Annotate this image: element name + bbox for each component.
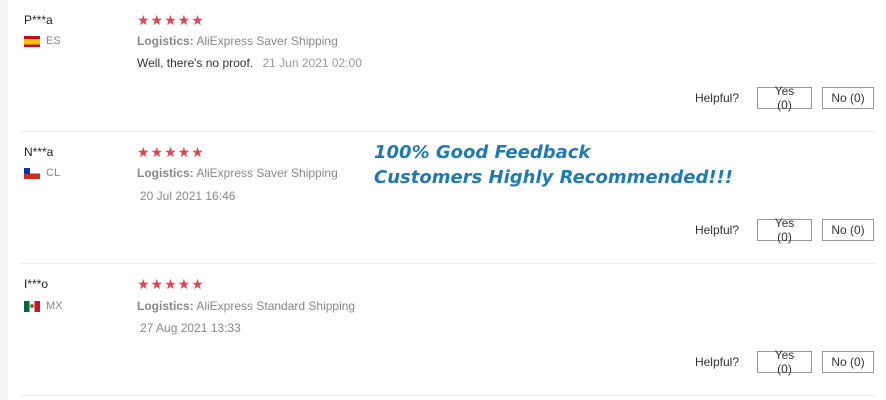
review-item: P***a ES ★★★★★ Logistics: AliExpress Sav…	[8, 0, 874, 132]
logistics-value: AliExpress Saver Shipping	[196, 34, 338, 48]
logistics-info: Logistics: AliExpress Standard Shipping	[137, 299, 355, 313]
reviewer-country: MX	[24, 300, 63, 312]
helpful-label: Helpful?	[694, 355, 739, 369]
helpful-label: Helpful?	[694, 223, 739, 237]
helpful-no-button[interactable]: No (0)	[822, 87, 874, 109]
logistics-value: AliExpress Standard Shipping	[196, 299, 356, 313]
spain-flag-icon	[24, 35, 40, 47]
logistics-label: Logistics:	[137, 34, 194, 48]
helpful-no-button[interactable]: No (0)	[822, 351, 874, 373]
country-code: MX	[46, 300, 63, 312]
star-rating: ★★★★★	[137, 12, 205, 28]
logistics-label: Logistics:	[137, 166, 194, 180]
promo-line-1: 100% Good Feedback	[374, 142, 591, 163]
star-rating: ★★★★★	[137, 276, 205, 292]
helpful-no-button[interactable]: No (0)	[822, 219, 874, 241]
reviewer-name: N***a	[24, 145, 54, 159]
logistics-info: Logistics: AliExpress Saver Shipping	[137, 166, 338, 180]
left-gutter	[0, 0, 8, 400]
country-code: ES	[46, 35, 61, 47]
helpful-label: Helpful?	[694, 91, 739, 105]
promo-overlay: 100% Good Feedback Customers Highly Reco…	[374, 140, 733, 190]
review-divider	[22, 395, 874, 396]
helpful-yes-button[interactable]: Yes (0)	[757, 348, 812, 376]
chile-flag-icon	[24, 167, 40, 179]
helpful-yes-button[interactable]: Yes (0)	[757, 216, 812, 244]
reviewer-country: CL	[24, 167, 60, 179]
promo-line-2: Customers Highly Recommended!!!	[374, 167, 733, 188]
helpful-section: Helpful? Yes (0) No (0)	[694, 84, 874, 112]
review-item: I***o MX ★★★★★ Logistics: AliExpress Sta…	[8, 264, 874, 396]
helpful-section: Helpful? Yes (0) No (0)	[694, 216, 874, 244]
review-content: Well, there's no proof. 21 Jun 2021 02:0…	[137, 56, 362, 70]
country-code: CL	[46, 167, 61, 179]
review-date: 20 Jul 2021 16:46	[140, 189, 236, 203]
review-date: 21 Jun 2021 02:00	[262, 56, 362, 70]
reviewer-country: ES	[24, 35, 61, 47]
logistics-info: Logistics: AliExpress Saver Shipping	[137, 34, 338, 48]
star-rating: ★★★★★	[137, 144, 205, 160]
mexico-flag-icon	[24, 300, 40, 312]
helpful-section: Helpful? Yes (0) No (0)	[694, 348, 874, 376]
reviewer-name: P***a	[24, 13, 53, 27]
helpful-yes-button[interactable]: Yes (0)	[757, 84, 812, 112]
review-text: Well, there's no proof.	[137, 56, 254, 70]
review-date: 27 Aug 2021 13:33	[140, 321, 241, 335]
logistics-label: Logistics:	[137, 299, 194, 313]
logistics-value: AliExpress Saver Shipping	[196, 166, 338, 180]
reviewer-name: I***o	[24, 277, 49, 291]
